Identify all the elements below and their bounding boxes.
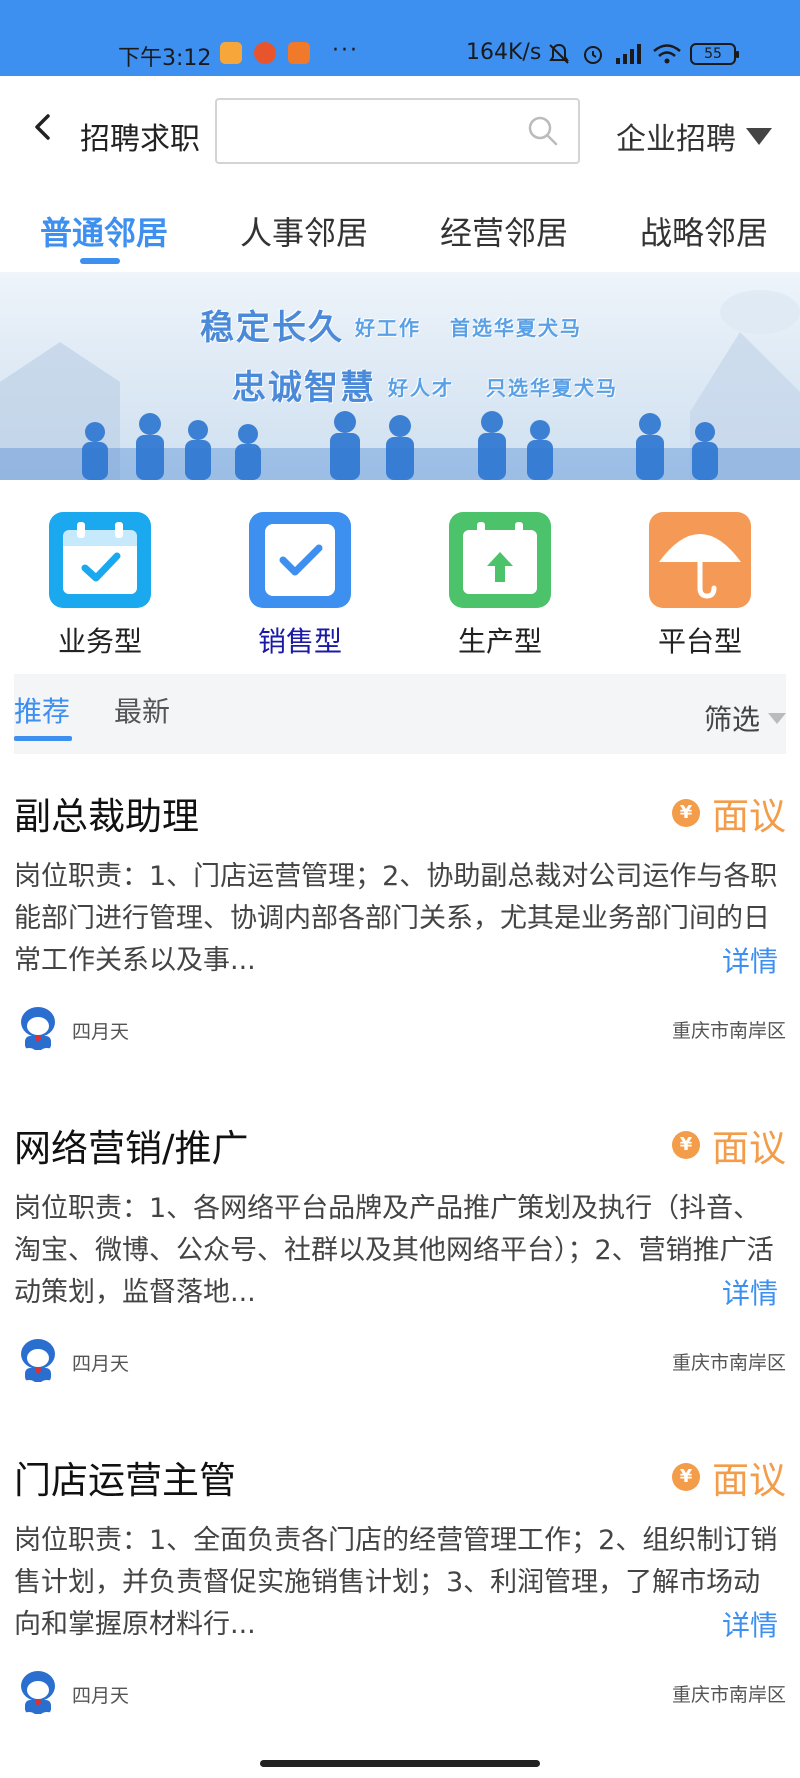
salary-text: 面议 [712,795,786,838]
job-card[interactable]: 网络营销/推广 ¥ 面议 岗位职责：1、各网络平台品牌及产品推广策划及执行（抖音… [0,1102,800,1432]
promo-banner[interactable]: 稳定长久 好工作 首选华夏犬马 忠诚智慧 好人才 只选华夏犬马 [0,272,800,480]
status-time: 下午3:12 [118,46,212,71]
filter-dropdown[interactable]: 筛选 [704,698,786,738]
job-title[interactable]: 副总裁助理 [14,786,199,840]
banner-slogan-2a: 好人才 [388,376,454,400]
type-yewu[interactable]: 业务型 [30,512,170,660]
sort-active-indicator [14,736,72,741]
salary: ¥ 面议 [672,786,786,840]
poster[interactable]: 四月天 [18,1670,129,1718]
tab-latest[interactable]: 最新 [114,690,170,730]
category-tabs: 普通邻居 人事邻居 经营邻居 战略邻居 [0,186,800,270]
poster-name: 四月天 [72,1352,130,1375]
app-header: 招聘求职 企业招聘 [0,76,800,186]
mute-bell-icon [549,43,569,64]
job-type-grid: 业务型 销售型 生产型 平台型 [0,500,800,670]
job-location: 重庆市南岸区 [671,1020,786,1042]
more-notifications-icon: ··· [332,38,359,63]
calendar-upload-icon [449,512,551,608]
job-description: 岗位职责：1、全面负责各门店的经营管理工作；2、组织制订销售计划，并负责督促实施… [14,1525,778,1640]
job-description: 岗位职责：1、门店运营管理；2、协助副总裁对公司运作与各职能部门进行管理、协调内… [14,861,778,976]
status-icons: 55 [546,42,739,66]
sort-bar: 推荐 最新 筛选 [14,674,786,754]
umbrella-icon [649,512,751,608]
yen-icon: ¥ [672,1131,700,1159]
type-label: 平台型 [657,625,742,658]
type-pingtai[interactable]: 平台型 [630,512,770,660]
back-arrow-icon[interactable] [26,110,60,144]
banner-slogan-1a: 好工作 [355,316,421,340]
banner-slogan-1b: 首选华夏犬马 [450,316,582,340]
caret-down-icon [746,127,772,145]
search-input[interactable] [229,100,519,162]
checkbox-icon [249,512,351,608]
salary-text: 面议 [712,1459,786,1502]
caret-down-icon [768,712,786,724]
poster[interactable]: 四月天 [18,1338,129,1386]
alarm-icon [584,46,602,64]
avatar[interactable] [18,1006,58,1054]
home-indicator[interactable] [260,1760,540,1767]
poster-name: 四月天 [72,1684,130,1707]
signal-icon [616,44,641,64]
app-notification-icon [254,42,276,64]
active-tab-indicator [80,258,120,264]
tab-renshi[interactable]: 人事邻居 [240,208,368,254]
tab-putong[interactable]: 普通邻居 [40,208,168,254]
banner-slogan-1: 稳定长久 [200,308,344,348]
job-location: 重庆市南岸区 [671,1352,786,1374]
job-title[interactable]: 门店运营主管 [14,1450,236,1504]
job-title[interactable]: 网络营销/推广 [14,1118,248,1172]
salary-text: 面议 [712,1127,786,1170]
type-label: 销售型 [257,625,342,658]
job-location: 重庆市南岸区 [671,1684,786,1706]
type-label: 业务型 [57,625,142,658]
status-bar: 下午3:12 ··· 164K/s 55 [0,0,800,76]
search-icon[interactable] [526,114,560,148]
app-notification-icon [220,42,242,64]
poster-name: 四月天 [72,1020,130,1043]
detail-link[interactable]: 详情 [722,940,778,980]
tab-zhanlue[interactable]: 战略邻居 [640,208,768,254]
calendar-check-icon [49,512,151,608]
page-title: 招聘求职 [80,122,200,157]
detail-link[interactable]: 详情 [722,1604,778,1644]
company-recruit-dropdown[interactable]: 企业招聘 [616,114,772,158]
filter-label: 筛选 [703,703,760,736]
hand-icon [288,42,310,64]
type-xiaoshou[interactable]: 销售型 [230,512,370,660]
poster[interactable]: 四月天 [18,1006,129,1054]
net-speed: 164K/s [466,40,542,65]
type-shengchan[interactable]: 生产型 [430,512,570,660]
tab-recommended[interactable]: 推荐 [14,690,70,730]
detail-link[interactable]: 详情 [722,1272,778,1312]
company-recruit-label: 企业招聘 [616,122,736,157]
avatar[interactable] [18,1338,58,1386]
avatar[interactable] [18,1670,58,1718]
yen-icon: ¥ [672,1463,700,1491]
banner-slogan-2: 忠诚智慧 [232,368,376,408]
wifi-icon [653,44,681,64]
yen-icon: ¥ [672,799,700,827]
search-box[interactable] [215,98,580,164]
battery-icon: 55 [690,43,739,65]
salary: ¥ 面议 [672,1450,786,1504]
job-card[interactable]: 门店运营主管 ¥ 面议 岗位职责：1、全面负责各门店的经营管理工作；2、组织制订… [0,1434,800,1764]
salary: ¥ 面议 [672,1118,786,1172]
job-description: 岗位职责：1、各网络平台品牌及产品推广策划及执行（抖音、淘宝、微博、公众号、社群… [14,1193,774,1308]
tab-jingying[interactable]: 经营邻居 [440,208,568,254]
type-label: 生产型 [457,625,542,658]
banner-slogan-2b: 只选华夏犬马 [486,376,618,400]
job-card[interactable]: 副总裁助理 ¥ 面议 岗位职责：1、门店运营管理；2、协助副总裁对公司运作与各职… [0,770,800,1100]
